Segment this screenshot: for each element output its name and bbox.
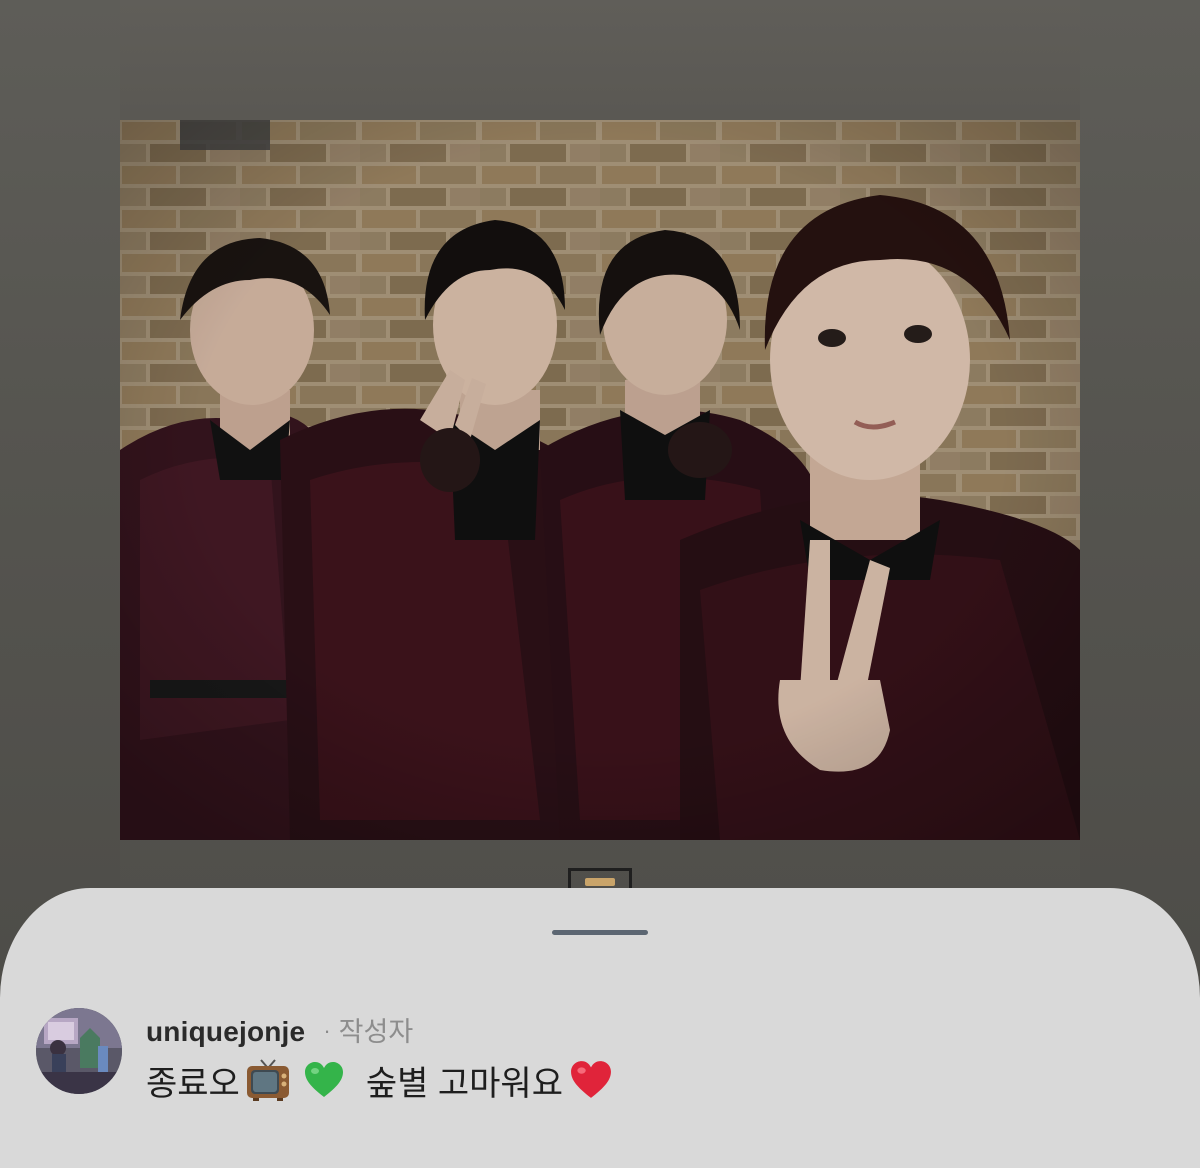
story-viewer: uniquejonje · 작성자 종료오 숲별 고마워요 [0, 0, 1200, 1168]
comment-text-part1: 종료오 [146, 1064, 240, 1103]
story-photo[interactable] [120, 120, 1080, 840]
separator-dot: · [323, 1018, 331, 1043]
comment-text: 종료오 숲별 고마워요 [146, 1054, 619, 1106]
author-label: 작성자 [338, 1017, 414, 1047]
green-heart-icon [298, 1057, 350, 1103]
television-icon [242, 1057, 294, 1103]
comment-sheet: uniquejonje · 작성자 종료오 숲별 고마워요 [0, 888, 1200, 1168]
red-heart-icon [565, 1057, 617, 1103]
comment-item: uniquejonje · 작성자 종료오 숲별 고마워요 [36, 1008, 1160, 1106]
sheet-grab-handle[interactable] [552, 930, 648, 935]
avatar[interactable] [36, 1008, 122, 1094]
avatar-image [36, 1008, 122, 1094]
comment-text-part2: 숲별 고마워요 [365, 1064, 563, 1103]
group-photo-image [120, 120, 1080, 840]
comment-username[interactable]: uniquejonje [146, 1016, 305, 1048]
